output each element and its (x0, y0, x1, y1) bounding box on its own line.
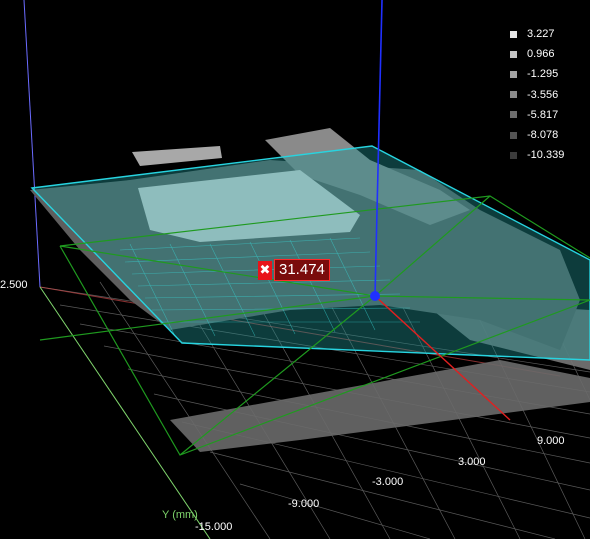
measurement-value: 31.474 (274, 259, 330, 281)
legend-label: 0.966 (527, 48, 555, 61)
legend-swatch (510, 91, 517, 99)
3d-viewport[interactable]: 3.227 0.966 -1.295 -3.556 -5.817 -8.078 … (0, 0, 590, 539)
floor-projection (170, 360, 590, 452)
z-tick-label: 2.500 (0, 279, 28, 291)
legend-swatch (510, 30, 517, 38)
legend-label: -5.817 (527, 108, 559, 121)
legend-swatch (510, 70, 517, 78)
legend-swatch (510, 111, 517, 119)
y-tick-label: -9.000 (288, 498, 320, 510)
legend-item: -8.078 (510, 125, 572, 145)
legend-item: 0.966 (510, 44, 572, 64)
legend-item: -5.817 (510, 105, 572, 125)
legend-item: -1.295 (510, 64, 572, 84)
legend-swatch (510, 50, 517, 58)
reference-plane (30, 145, 590, 361)
legend-label: -3.556 (527, 88, 559, 101)
z-axis-frame (23, 0, 41, 288)
legend-item: -10.339 (510, 145, 572, 165)
legend-swatch (510, 151, 517, 159)
close-icon[interactable]: ✖ (258, 260, 272, 280)
y-tick-label: 9.000 (537, 435, 565, 447)
legend-label: -8.078 (527, 129, 559, 142)
y-tick-label: 3.000 (458, 456, 486, 468)
origin-marker[interactable] (370, 291, 380, 301)
legend-item: 3.227 (510, 24, 572, 44)
legend-swatch (510, 131, 517, 139)
y-tick-label: -3.000 (372, 476, 404, 488)
legend-item: -3.556 (510, 85, 572, 105)
measurement-badge[interactable]: ✖ 31.474 (258, 259, 330, 281)
point-cloud-top-small (132, 146, 222, 166)
y-axis-title: Y (mm) (162, 509, 198, 521)
legend-label: 3.227 (527, 28, 555, 41)
height-legend: 3.227 0.966 -1.295 -3.556 -5.817 -8.078 … (510, 24, 572, 165)
y-tick-label: -15.000 (195, 521, 233, 533)
legend-label: -10.339 (527, 149, 565, 162)
legend-label: -1.295 (527, 68, 559, 81)
